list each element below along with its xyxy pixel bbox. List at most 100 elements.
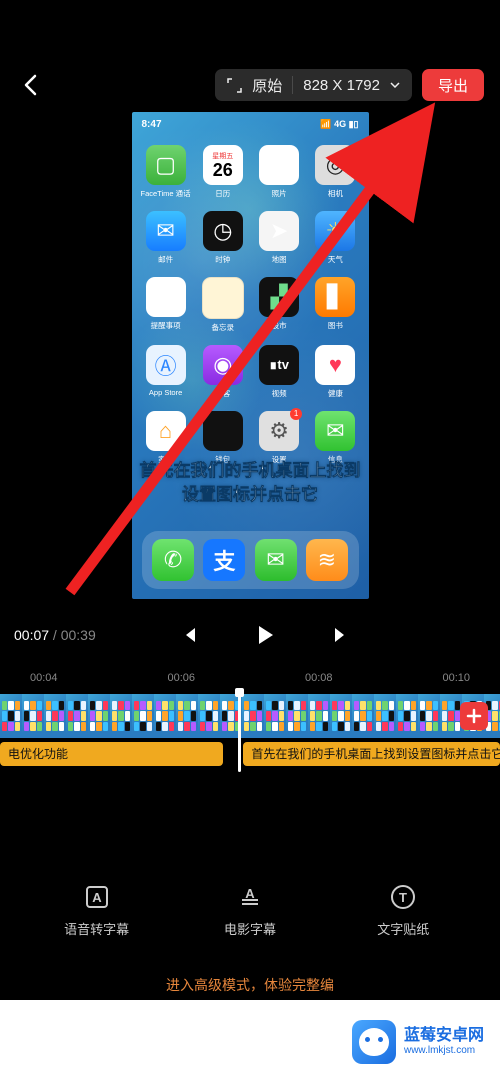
app-label: 地图 [272,254,287,265]
resolution-value: 828 X 1792 [303,77,380,94]
tool-label: 语音转字幕 [64,919,129,938]
app-icon: ✉ [315,411,355,451]
ruler-tick: 00:04 [30,672,58,690]
thumbnail [396,694,418,738]
app-icon: ⚙1 [259,411,299,451]
app-icon: ▞ [259,277,299,317]
export-button[interactable]: 导出 [422,69,484,101]
top-bar: 原始 828 X 1792 导出 [0,65,500,105]
app-label: 播客 [215,388,230,399]
brand: 蓝莓安卓网 www.lmkjst.com [352,1020,484,1064]
app-提醒事项: ≡提醒事项 [141,277,191,333]
app-股市: ▞ 股市 [255,277,303,333]
thumbnail [286,694,308,738]
subtitle-track[interactable]: 电优化功能首先在我们的手机桌面上找到设置图标并点击它 [0,742,500,768]
app-邮件: ✉邮件 [141,211,191,265]
video-track[interactable] [0,694,500,738]
app-icon: ☀ [315,211,355,251]
thumbnail [440,694,462,738]
thumbnail [330,694,352,738]
phone-status-bar: 8:47 📶 4G ▮▯ [132,116,369,132]
app-icon: ∎tv [259,345,299,385]
app-播客: ◉播客 [199,345,247,399]
svg-text:T: T [399,890,407,905]
brand-logo-icon [352,1020,396,1064]
status-right: 📶 4G ▮▯ [320,119,358,130]
subtitle-clip[interactable]: 电优化功能 [0,742,223,766]
app-label: 日历 [215,188,230,199]
thumbnail [264,694,286,738]
dock-wechat: ✉ [255,539,297,581]
thumbnail [198,694,220,738]
app-FaceTime 通话: ▢FaceTime 通话 [141,145,191,199]
playhead[interactable] [238,692,241,772]
ruler-tick: 00:08 [305,672,333,690]
tool-label: 文字贴纸 [377,919,429,938]
app-icon: 星期五26 [203,145,243,185]
app-label: 相机 [328,188,343,199]
thumbnail [110,694,132,738]
thumbnail [242,694,264,738]
ruler-tick: 00:06 [167,672,195,690]
back-button[interactable] [16,71,44,99]
app-备忘录: 备忘录 [199,277,247,333]
tool-movie-sub[interactable]: A电影字幕 [205,882,295,938]
time-current: 00:07 [14,627,49,643]
app-grid: ▢FaceTime 通话星期五26 日历 ✿ 照片 ◎ 相机 ✉邮件 ◷ 时钟 ➤ 地图 ☀ 天气 ≡提醒… [132,145,369,465]
advanced-mode-link[interactable]: 进入高级模式，体验完整编 [0,975,500,995]
app-相机: ◎ 相机 [311,145,359,199]
resolution-pill[interactable]: 原始 828 X 1792 [215,69,412,101]
next-frame-button[interactable] [328,622,354,648]
thumbnail [88,694,110,738]
thumbnail [352,694,374,738]
app-icon: ◷ [203,211,243,251]
play-button[interactable] [252,622,278,648]
app-label: 照片 [272,188,287,199]
app-icon: ▢ [146,145,186,185]
app-地图: ➤ 地图 [255,211,303,265]
app-照片: ✿ 照片 [255,145,303,199]
app-icon: ◎ [315,145,355,185]
app-label: 图书 [328,320,343,331]
prev-frame-button[interactable] [176,622,202,648]
brand-url: www.lmkjst.com [404,1045,484,1057]
time-ruler[interactable]: 00:0400:0600:0800:10 [0,672,500,690]
svg-text:A: A [92,890,102,905]
tool-voice-to-sub[interactable]: A 语音转字幕 [52,882,142,938]
app-label: 备忘录 [212,322,235,333]
dock-phone: ✆ [152,539,194,581]
app-label: 时钟 [215,254,230,265]
app-label: App Store [149,388,182,397]
thumbnail [176,694,198,738]
movie-sub-icon: A [235,882,265,912]
app-钱包: 钱包 [199,411,247,465]
app-icon: ➤ [259,211,299,251]
app-label: 天气 [328,254,343,265]
tool-text-sticker[interactable]: T 文字贴纸 [358,882,448,938]
timecode: 00:07 / 00:39 [14,627,96,643]
add-clip-button[interactable] [460,702,488,730]
dock-uc: ≋ [306,539,348,581]
transport-bar: 00:07 / 00:39 [0,610,500,660]
app-icon: ✿ [259,145,299,185]
caption-text: 首先在我们的手机桌面上找到设置图标并点击它 [132,459,369,507]
phone-dock: ✆支✉≋ [142,531,359,589]
app-天气: ☀ 天气 [311,211,359,265]
app-label: 股市 [272,320,287,331]
app-icon: Ⓐ [146,345,186,385]
dock-alipay: 支 [203,539,245,581]
svg-text:A: A [245,886,255,901]
app-视频: ∎tv 视频 [255,345,303,399]
app-家庭: ⌂家庭 [141,411,191,465]
chevron-down-icon [390,82,400,88]
separator [292,76,293,94]
app-日历: 星期五26 日历 [199,145,247,199]
subtitle-clip[interactable]: 首先在我们的手机桌面上找到设置图标并点击它 [243,742,500,766]
app-label: 视频 [272,388,287,399]
thumbnail [44,694,66,738]
app-时钟: ◷ 时钟 [199,211,247,265]
status-time: 8:47 [142,119,162,130]
app-App Store: Ⓐ App Store [141,345,191,399]
export-label: 导出 [438,75,468,96]
phone-preview[interactable]: 8:47 📶 4G ▮▯ ▢FaceTime 通话星期五26 日历 ✿ 照片 ◎ 相机 ✉邮… [132,112,369,599]
